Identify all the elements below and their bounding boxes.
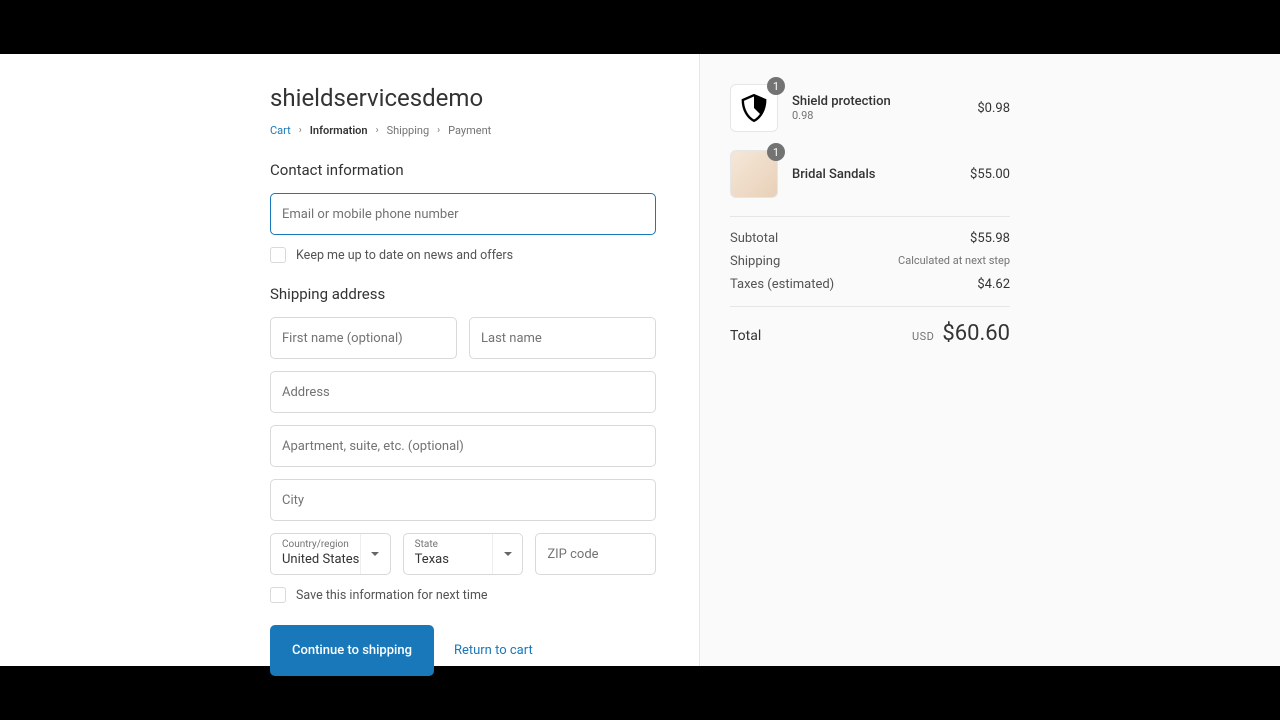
state-select[interactable]: State Texas — [403, 533, 524, 575]
letterbox-top — [0, 0, 1280, 54]
state-value: Texas — [415, 552, 449, 567]
taxes-value: $4.62 — [977, 277, 1010, 292]
continue-button[interactable]: Continue to shipping — [270, 625, 434, 676]
quantity-badge: 1 — [767, 77, 785, 95]
cart-item-price: $0.98 — [977, 101, 1010, 116]
newsletter-checkbox[interactable] — [270, 247, 286, 263]
email-field[interactable] — [270, 193, 656, 235]
cart-item: 1 Bridal Sandals $55.00 — [730, 150, 1010, 198]
shipping-label: Shipping — [730, 254, 780, 269]
cart-item: 1 Shield protection 0.98 $0.98 — [730, 84, 1010, 132]
total-label: Total — [730, 328, 761, 344]
city-field[interactable] — [270, 479, 656, 521]
divider — [730, 216, 1010, 217]
contact-section-title: Contact information — [270, 161, 656, 179]
divider — [730, 306, 1010, 307]
currency-code: USD — [912, 330, 934, 343]
chevron-right-icon: › — [299, 125, 302, 136]
breadcrumb-information: Information — [310, 124, 368, 137]
shipping-value: Calculated at next step — [898, 254, 1010, 269]
country-label: Country/region — [282, 539, 349, 550]
cart-item-sub: 0.98 — [792, 109, 963, 122]
last-name-field[interactable] — [469, 317, 656, 359]
cart-item-name: Bridal Sandals — [792, 167, 956, 182]
first-name-field[interactable] — [270, 317, 457, 359]
state-label: State — [415, 539, 438, 550]
shield-icon — [738, 92, 770, 124]
breadcrumb: Cart › Information › Shipping › Payment — [270, 124, 656, 137]
order-summary-sidebar: 1 Shield protection 0.98 $0.98 1 Bridal … — [700, 54, 1280, 666]
apartment-field[interactable] — [270, 425, 656, 467]
save-info-label: Save this information for next time — [296, 588, 488, 603]
checkout-page: shieldservicesdemo Cart › Information › … — [0, 54, 1280, 666]
country-select[interactable]: Country/region United States — [270, 533, 391, 575]
caret-down-icon — [492, 534, 522, 574]
zip-field[interactable] — [535, 533, 656, 575]
save-info-checkbox[interactable] — [270, 587, 286, 603]
newsletter-label: Keep me up to date on news and offers — [296, 248, 513, 263]
shipping-section-title: Shipping address — [270, 285, 656, 303]
breadcrumb-shipping: Shipping — [387, 124, 430, 137]
store-name: shieldservicesdemo — [270, 84, 656, 112]
subtotal-label: Subtotal — [730, 231, 778, 246]
return-to-cart-link[interactable]: Return to cart — [454, 643, 533, 658]
country-value: United States — [282, 552, 359, 567]
main-column: shieldservicesdemo Cart › Information › … — [0, 54, 700, 666]
caret-down-icon — [360, 534, 390, 574]
chevron-right-icon: › — [437, 125, 440, 136]
chevron-right-icon: › — [376, 125, 379, 136]
breadcrumb-payment: Payment — [448, 124, 491, 137]
cart-item-name: Shield protection — [792, 94, 963, 109]
address-field[interactable] — [270, 371, 656, 413]
breadcrumb-cart[interactable]: Cart — [270, 124, 291, 137]
cart-item-price: $55.00 — [970, 167, 1010, 182]
total-amount: $60.60 — [942, 321, 1010, 346]
quantity-badge: 1 — [767, 143, 785, 161]
subtotal-value: $55.98 — [970, 231, 1010, 246]
taxes-label: Taxes (estimated) — [730, 277, 834, 292]
